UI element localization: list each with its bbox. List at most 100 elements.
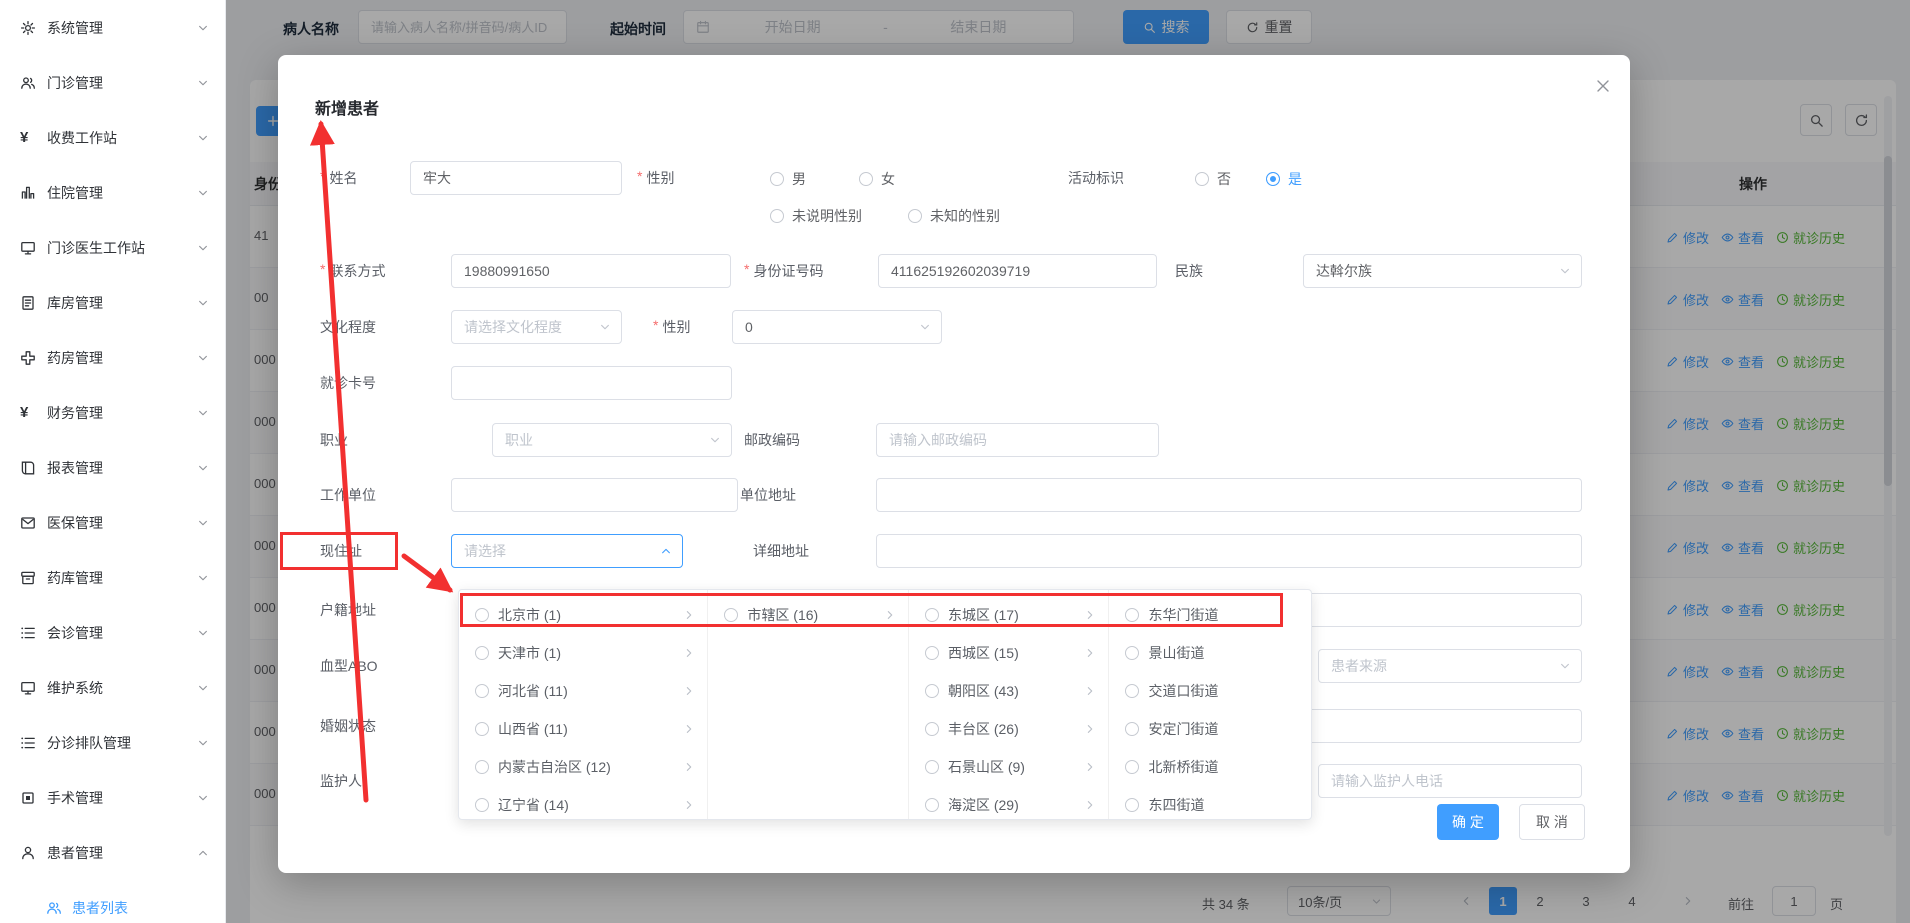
id-number-label: *身份证号码 bbox=[744, 261, 823, 281]
sidebar-item-consultation[interactable]: 会诊管理 bbox=[0, 605, 225, 660]
cascader-option[interactable]: 辽宁省 (14) bbox=[459, 786, 707, 819]
sidebar-item-drug-store[interactable]: 药库管理 bbox=[0, 550, 225, 605]
active-flag-label: 活动标识 bbox=[1068, 168, 1124, 188]
cascader-option[interactable]: 北京市 (1) bbox=[459, 596, 707, 634]
cascader-province-column: 北京市 (1) 天津市 (1) 河北省 (11) 山西省 (11) 内蒙古自治区… bbox=[459, 590, 708, 819]
sidebar-item-outpatient-doctor[interactable]: 门诊医生工作站 bbox=[0, 220, 225, 275]
chevron-down-icon bbox=[197, 242, 209, 254]
radio-icon bbox=[475, 722, 489, 736]
cascader-option[interactable]: 东城区 (17) bbox=[909, 596, 1109, 634]
sidebar-item-warehouse[interactable]: 库房管理 bbox=[0, 275, 225, 330]
education-select[interactable]: 请选择文化程度 bbox=[451, 310, 622, 344]
gender-radio-female[interactable]: 女 bbox=[859, 169, 895, 189]
sidebar-item-label: 手术管理 bbox=[47, 788, 103, 808]
sidebar-item-label: 收费工作站 bbox=[47, 128, 117, 148]
active-flag-radio-no[interactable]: 否 bbox=[1195, 169, 1231, 189]
patient-source-select[interactable]: 患者来源 bbox=[1318, 649, 1582, 683]
sidebar-item-label: 库房管理 bbox=[47, 293, 103, 313]
dialog-title: 新增患者 bbox=[315, 95, 379, 119]
yen-icon: ¥ bbox=[20, 404, 36, 421]
sidebar-item-charging-station[interactable]: ¥ 收费工作站 bbox=[0, 110, 225, 165]
sidebar-item-surgery[interactable]: 手术管理 bbox=[0, 770, 225, 825]
cascader-option[interactable]: 朝阳区 (43) bbox=[909, 672, 1109, 710]
gender2-label: *性别 bbox=[653, 317, 690, 337]
sidebar-item-system[interactable]: 系统管理 bbox=[0, 0, 225, 55]
sidebar-item-inpatient[interactable]: 住院管理 bbox=[0, 165, 225, 220]
radio-icon bbox=[1125, 608, 1139, 622]
gender-radio-unstated[interactable]: 未说明性别 bbox=[770, 206, 862, 226]
card-no-input[interactable] bbox=[451, 366, 732, 400]
cascader-district-column: 东城区 (17) 西城区 (15) 朝阳区 (43) 丰台区 (26) 石景山区… bbox=[909, 590, 1110, 819]
sidebar-item-maintenance[interactable]: 维护系统 bbox=[0, 660, 225, 715]
cascader-option[interactable]: 交道口街道 bbox=[1109, 672, 1311, 710]
sidebar-item-patient-list[interactable]: 患者列表 bbox=[0, 880, 225, 923]
chevron-right-icon bbox=[1084, 723, 1096, 735]
sidebar-item-reports[interactable]: 报表管理 bbox=[0, 440, 225, 495]
radio-icon bbox=[859, 172, 873, 186]
chevron-right-icon bbox=[1084, 609, 1096, 621]
detail-address-input[interactable] bbox=[876, 534, 1582, 568]
chevron-down-icon bbox=[709, 434, 721, 446]
confirm-button[interactable]: 确 定 bbox=[1437, 804, 1499, 840]
cascader-option[interactable]: 景山街道 bbox=[1109, 634, 1311, 672]
cascader-option[interactable]: 河北省 (11) bbox=[459, 672, 707, 710]
sidebar-item-outpatient[interactable]: 门诊管理 bbox=[0, 55, 225, 110]
active-flag-radio-yes[interactable]: 是 bbox=[1266, 169, 1302, 189]
chevron-down-icon bbox=[1559, 265, 1571, 277]
occupation-select[interactable]: 职业 bbox=[492, 423, 732, 457]
monitor-icon bbox=[20, 240, 36, 256]
chevron-right-icon bbox=[884, 609, 896, 621]
contact-label: *联系方式 bbox=[320, 261, 385, 281]
cascader-option[interactable]: 北新桥街道 bbox=[1109, 748, 1311, 786]
radio-icon bbox=[1125, 760, 1139, 774]
square-icon bbox=[20, 790, 36, 806]
current-address-select[interactable]: 请选择 bbox=[451, 534, 683, 568]
cascader-option[interactable]: 市辖区 (16) bbox=[708, 596, 908, 634]
gender-label: *性别 bbox=[637, 168, 674, 188]
ethnic-select[interactable]: 达斡尔族 bbox=[1303, 254, 1582, 288]
cancel-button[interactable]: 取 消 bbox=[1519, 804, 1585, 840]
cascader-option[interactable]: 丰台区 (26) bbox=[909, 710, 1109, 748]
chevron-right-icon bbox=[683, 609, 695, 621]
chevron-down-icon bbox=[197, 737, 209, 749]
cascader-option[interactable]: 东华门街道 bbox=[1109, 596, 1311, 634]
guardian-phone-input[interactable] bbox=[1318, 764, 1582, 798]
education-label: 文化程度 bbox=[320, 317, 376, 337]
cascader-option[interactable]: 内蒙古自治区 (12) bbox=[459, 748, 707, 786]
cascader-option[interactable]: 西城区 (15) bbox=[909, 634, 1109, 672]
monitor-icon bbox=[20, 680, 36, 696]
id-number-input[interactable] bbox=[878, 254, 1157, 288]
chevron-right-icon bbox=[683, 723, 695, 735]
cascader-option[interactable]: 石景山区 (9) bbox=[909, 748, 1109, 786]
gender-radio-unknown[interactable]: 未知的性别 bbox=[908, 206, 1000, 226]
work-unit-input[interactable] bbox=[451, 478, 738, 512]
name-label: *姓名 bbox=[320, 168, 357, 188]
postcode-input[interactable] bbox=[876, 423, 1159, 457]
gear-icon bbox=[20, 20, 36, 36]
gender2-select[interactable]: 0 bbox=[732, 310, 942, 344]
sidebar-item-triage-queue[interactable]: 分诊排队管理 bbox=[0, 715, 225, 770]
unit-address-input[interactable] bbox=[876, 478, 1582, 512]
radio-icon bbox=[475, 608, 489, 622]
chevron-right-icon bbox=[1084, 799, 1096, 811]
cascader-option[interactable]: 安定门街道 bbox=[1109, 710, 1311, 748]
radio-icon bbox=[724, 608, 738, 622]
radio-icon bbox=[925, 722, 939, 736]
chevron-down-icon bbox=[599, 321, 611, 333]
address-cascader-panel: 北京市 (1) 天津市 (1) 河北省 (11) 山西省 (11) 内蒙古自治区… bbox=[458, 589, 1312, 820]
close-icon[interactable] bbox=[1590, 73, 1616, 99]
name-input[interactable] bbox=[410, 161, 622, 195]
gender2-value: 0 bbox=[745, 319, 753, 335]
sidebar-item-patient-mgmt[interactable]: 患者管理 bbox=[0, 825, 225, 880]
contact-input[interactable] bbox=[451, 254, 731, 288]
sidebar-item-label: 药库管理 bbox=[47, 568, 103, 588]
gender-radio-male[interactable]: 男 bbox=[770, 169, 806, 189]
cascader-option[interactable]: 山西省 (11) bbox=[459, 710, 707, 748]
sidebar-item-pharmacy[interactable]: 药房管理 bbox=[0, 330, 225, 385]
cascader-option[interactable]: 天津市 (1) bbox=[459, 634, 707, 672]
chevron-right-icon bbox=[1084, 685, 1096, 697]
sidebar-item-finance[interactable]: ¥ 财务管理 bbox=[0, 385, 225, 440]
cascader-option[interactable]: 海淀区 (29) bbox=[909, 786, 1109, 819]
sidebar-item-insurance[interactable]: 医保管理 bbox=[0, 495, 225, 550]
cascader-option[interactable]: 东四街道 bbox=[1109, 786, 1311, 819]
